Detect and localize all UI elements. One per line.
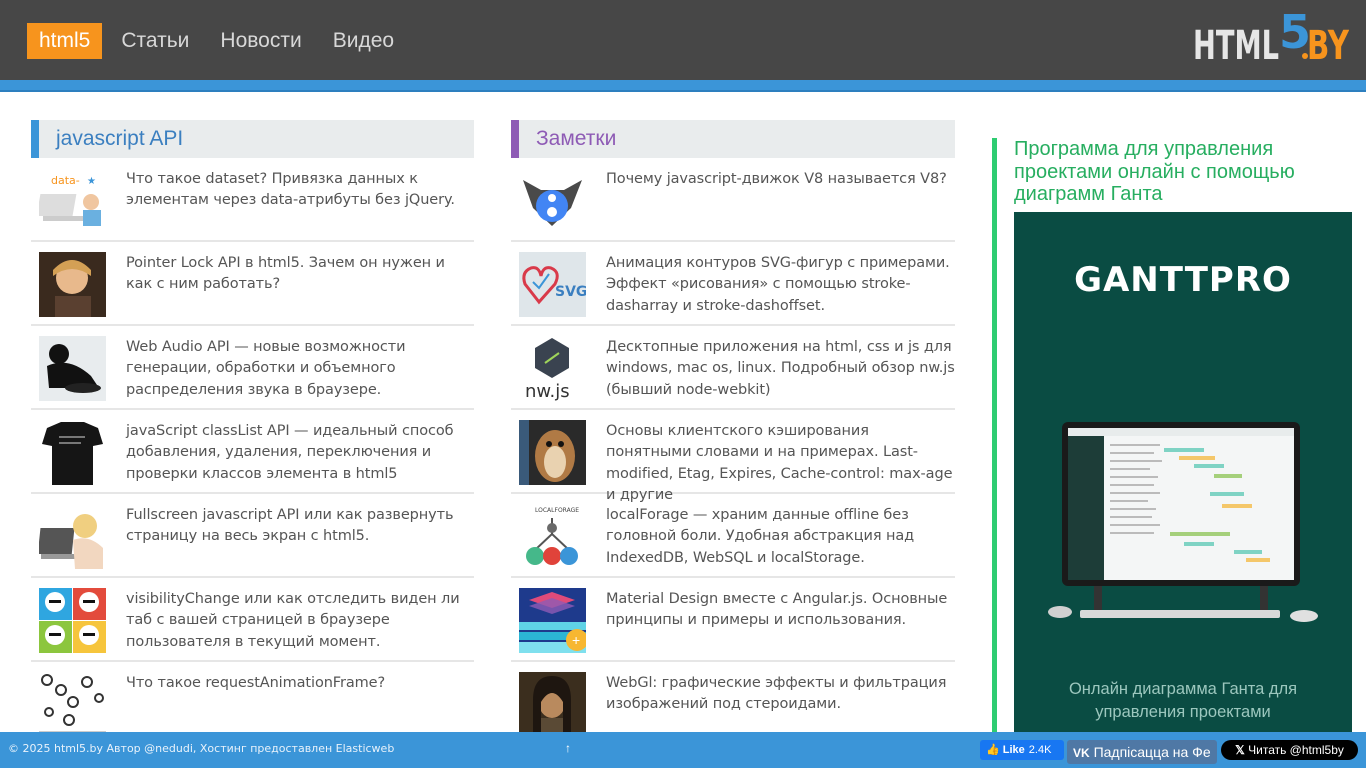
item-link[interactable]: Material Design вместе с Angular.js. Осн… [606,589,955,632]
web-audio-icon[interactable] [39,336,106,401]
list-item[interactable]: LOCALFORAGE localForage — храним данные … [511,494,955,578]
thumbs-up-icon: 👍 [986,744,1000,756]
svg-text:BY: BY [1307,23,1349,60]
svg-text:+: + [572,632,580,648]
facebook-like-button[interactable]: 👍 Like 2.4K [980,740,1064,760]
fb-like-label: Like [1002,744,1025,756]
item-link[interactable]: Web Audio API — новые возможности генера… [126,337,474,401]
ad-caption: Онлайн диаграмма Ганта для управления пр… [1014,678,1352,724]
item-link[interactable]: WebGl: графические эффекты и фильтрация … [606,673,955,716]
svg-text:data-: data- [51,174,80,187]
fullscreen-icon[interactable] [39,504,106,569]
nwjs-icon[interactable]: nw.js [519,336,586,401]
list-item[interactable]: visibilityChange или как отследить виден… [31,578,474,662]
header: html5 Статьи Новости Видео HTML 5 BY [0,0,1366,80]
item-link[interactable]: javaScript classList API — идеальный спо… [126,421,474,485]
list-item[interactable]: Web Audio API — новые возможности генера… [31,326,474,410]
svg-text:SVG: SVG [555,284,586,300]
list-item[interactable]: + Material Design вместе с Angular.js. О… [511,578,955,662]
item-link[interactable]: localForage — храним данные offline без … [606,505,955,569]
item-link[interactable]: Fullscreen javascript API или как развер… [126,505,474,548]
squirrel-icon[interactable] [519,420,586,485]
item-link[interactable]: Pointer Lock API в html5. Зачем он нужен… [126,253,474,296]
visibility-icon[interactable] [39,588,106,653]
svg-text:nw.js: nw.js [525,381,570,401]
list-item[interactable]: Почему javascript-движок V8 называется V… [511,158,955,242]
vk-subscribe-button[interactable]: VK Падпісацца на Фе [1067,740,1217,764]
monitor-illustration [1048,422,1318,622]
nav-item-news[interactable]: Новости [208,23,313,59]
pointer-lock-icon[interactable] [39,252,106,317]
list-item[interactable]: data- ★ Что такое dataset? Привязка данны… [31,158,474,242]
nav-item-html5[interactable]: html5 [27,23,103,59]
dataset-icon[interactable]: data- ★ [39,168,106,233]
localforage-icon[interactable]: LOCALFORAGE [519,504,586,569]
item-link[interactable]: Что такое dataset? Привязка данных к эле… [126,169,474,212]
header-stripe [0,80,1366,92]
sidebar-ad-block: Программа для управления проектами онлай… [992,138,1352,738]
item-link[interactable]: Почему javascript-движок V8 называется V… [606,169,955,190]
ganttpro-banner[interactable]: GANTTPRO Онлайн диаграмма Ганта для упра… [1014,212,1352,738]
footer-copyright[interactable]: © 2025 html5.by Автор @nedudi, Хостинг п… [8,742,394,755]
javascript-api-column: javascript API data- ★ Что такое dataset?… [31,120,474,746]
list-item[interactable]: Pointer Lock API в html5. Зачем он нужен… [31,242,474,326]
sidebar-title[interactable]: Программа для управления проектами онлай… [1014,138,1344,206]
item-link[interactable]: Десктопные приложения на html, css и js … [606,337,955,401]
list-item[interactable]: nw.js Десктопные приложения на html, css… [511,326,955,410]
raf-icon[interactable] [39,672,106,737]
site-logo[interactable]: HTML 5 BY [1193,12,1349,60]
item-link[interactable]: Анимация контуров SVG-фигур с примерами.… [606,253,955,317]
x-icon: 𝕏 [1235,743,1245,757]
vk-subscribe-label: Падпісацца на Фе [1093,744,1211,760]
fb-like-count: 2.4K [1028,744,1052,756]
twitter-follow-button[interactable]: 𝕏 Читать @html5by [1221,740,1358,760]
list-item[interactable]: Основы клиентского кэширования понятными… [511,410,955,503]
list-item[interactable]: javaScript classList API — идеальный спо… [31,410,474,494]
main-nav: html5 Статьи Новости Видео [27,23,413,59]
list-item[interactable]: SVG Анимация контуров SVG-фигур с пример… [511,242,955,326]
item-link[interactable]: Что такое requestAnimationFrame? [126,673,474,694]
ad-caption-line-1: Онлайн диаграмма Ганта для [1068,680,1298,698]
nav-item-video[interactable]: Видео [321,23,406,59]
list-item[interactable]: Fullscreen javascript API или как развер… [31,494,474,578]
scroll-top-arrow-icon[interactable]: ↑ [565,741,571,755]
column-title[interactable]: javascript API [31,120,474,158]
material-icon[interactable]: + [519,588,586,653]
footer: © 2025 html5.by Автор @nedudi, Хостинг п… [0,732,1366,768]
svg-text:LOCALFORAGE: LOCALFORAGE [535,507,579,514]
v8-icon[interactable] [519,168,586,233]
notes-column: Заметки Почему javascript-движок V8 назы… [511,120,955,746]
item-link[interactable]: visibilityChange или как отследить виден… [126,589,474,653]
nav-item-articles[interactable]: Статьи [109,23,201,59]
svg-text:HTML: HTML [1193,23,1279,60]
webgl-icon[interactable] [519,672,586,737]
svg-heart-icon[interactable]: SVG [519,252,586,317]
column-title[interactable]: Заметки [511,120,955,158]
ad-caption-line-2: управления проектами [1095,703,1271,721]
twitter-follow-label: Читать @html5by [1248,743,1344,757]
svg-text:★: ★ [87,176,96,187]
vk-icon: VK [1073,746,1090,760]
classlist-icon[interactable] [39,420,106,485]
